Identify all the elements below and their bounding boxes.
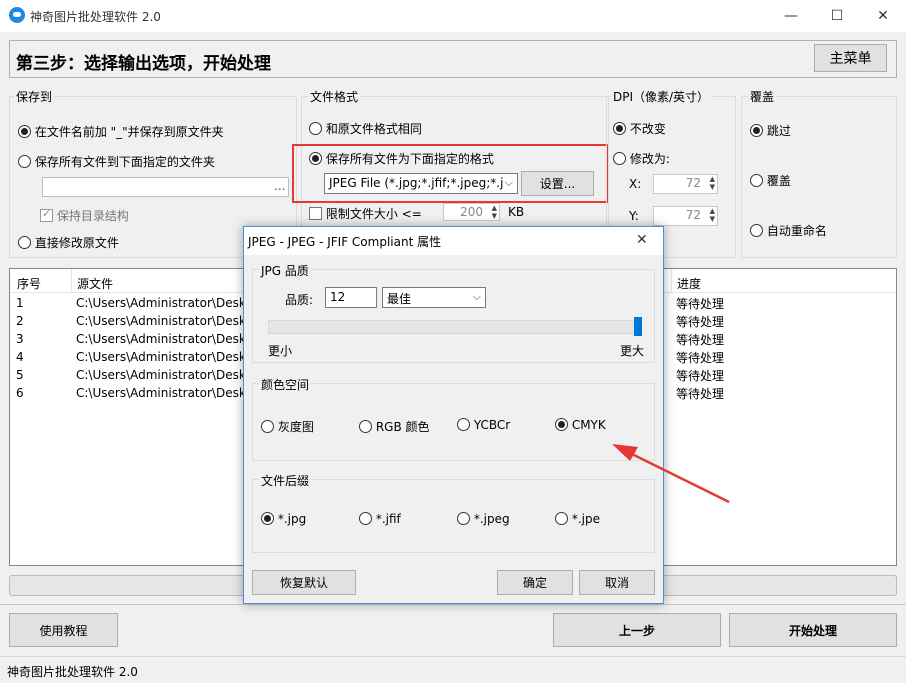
arrow-line xyxy=(627,450,730,504)
arrow-head xyxy=(612,444,638,461)
annotation-arrow xyxy=(612,444,730,504)
